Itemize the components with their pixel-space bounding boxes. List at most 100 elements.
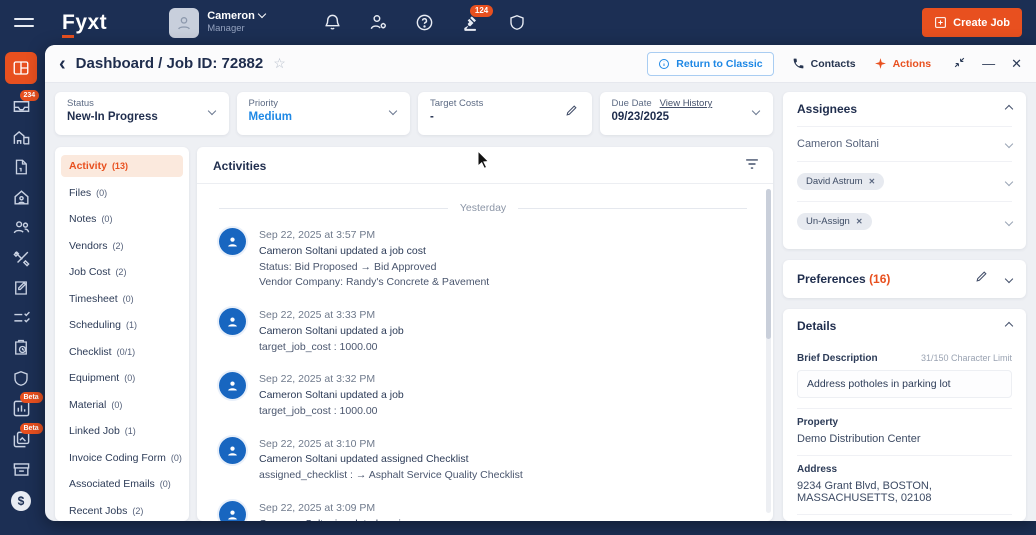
tab-equipment[interactable]: Equipment(0) xyxy=(61,367,183,389)
preferences-count: (16) xyxy=(869,272,890,286)
sidebar-item-properties[interactable] xyxy=(12,128,31,147)
status-cards-row: Status New-In Progress Priority Medium T… xyxy=(55,92,773,135)
target-costs-field[interactable]: Target Costs - xyxy=(418,92,592,135)
sidebar-item-people[interactable] xyxy=(12,218,31,237)
tab-vendors[interactable]: Vendors(2) xyxy=(61,235,183,257)
sidebar-item-tenants[interactable] xyxy=(12,188,31,207)
activity-avatar-icon xyxy=(219,437,246,464)
clipboard-edit-icon xyxy=(12,279,30,297)
sidebar-item-documents[interactable] xyxy=(12,158,30,176)
preferences-panel: Preferences (16) xyxy=(783,260,1026,298)
details-title: Details xyxy=(797,319,836,333)
plus-square-icon xyxy=(934,16,947,29)
chevron-up-icon[interactable] xyxy=(1005,105,1013,113)
tab-invoice-coding-form[interactable]: Invoice Coding Form(0) xyxy=(61,447,183,469)
tab-material[interactable]: Material(0) xyxy=(61,394,183,416)
app-logo[interactable]: Fyxt xyxy=(62,11,107,35)
bids-count-badge: 124 xyxy=(470,5,493,18)
actions-button[interactable]: Actions xyxy=(874,57,932,70)
assignees-panel: Assignees Cameron Soltani David Astrum✕ … xyxy=(783,92,1026,249)
tab-job-cost[interactable]: Job Cost(2) xyxy=(61,261,183,283)
activity-item: Sep 22, 2025 at 3:10 PMCameron Soltani u… xyxy=(219,437,747,484)
phone-icon xyxy=(792,57,805,70)
preferences-title: Preferences xyxy=(797,272,866,286)
chevron-down-icon xyxy=(258,10,266,18)
status-dropdown[interactable]: Status New-In Progress xyxy=(55,92,229,135)
favorite-star-icon[interactable]: ☆ xyxy=(273,55,286,72)
tab-associated-emails[interactable]: Associated Emails(0) xyxy=(61,473,183,495)
assignees-title: Assignees xyxy=(797,102,857,116)
assignee-row[interactable]: David Astrum✕ xyxy=(797,161,1012,201)
sidebar-item-dashboard[interactable] xyxy=(5,52,37,84)
breadcrumb: Dashboard / Job ID: 72882 xyxy=(76,55,264,72)
sidebar-item-jobs[interactable] xyxy=(12,279,30,297)
sidebar-item-inbox[interactable]: 234 xyxy=(12,97,31,116)
contacts-button[interactable]: Contacts xyxy=(792,57,856,70)
activities-title: Activities xyxy=(213,159,266,173)
bids-gavel-icon[interactable]: 124 xyxy=(461,13,481,33)
chevron-down-icon xyxy=(1005,217,1013,225)
sidebar-item-billing[interactable]: $ xyxy=(11,491,31,511)
archive-icon xyxy=(12,460,31,479)
chevron-down-icon xyxy=(1005,177,1013,185)
user-settings-icon[interactable] xyxy=(369,13,388,32)
sidebar-item-equipment[interactable] xyxy=(12,460,31,479)
view-history-link[interactable]: View History xyxy=(660,98,713,109)
edit-pencil-icon[interactable] xyxy=(565,104,578,122)
remove-assignee-icon[interactable]: ✕ xyxy=(869,177,876,186)
close-window-icon[interactable]: ✕ xyxy=(1011,56,1022,72)
job-detail-modal: ‹ Dashboard / Job ID: 72882 ☆ Return to … xyxy=(45,45,1036,521)
back-button[interactable]: ‹ xyxy=(59,54,66,74)
activity-item: Sep 22, 2025 at 3:33 PMCameron Soltani u… xyxy=(219,308,747,355)
checklist-icon xyxy=(12,309,31,328)
day-divider: Yesterday xyxy=(219,202,747,214)
brief-description-input[interactable]: Address potholes in parking lot xyxy=(797,370,1012,398)
return-to-classic-button[interactable]: Return to Classic xyxy=(647,52,773,76)
shield-icon xyxy=(12,369,30,388)
property-value: Demo Distribution Center xyxy=(797,433,1012,445)
edit-pencil-icon[interactable] xyxy=(975,270,988,288)
shield-icon[interactable] xyxy=(508,13,526,32)
tab-recent-jobs[interactable]: Recent Jobs(2) xyxy=(61,500,183,522)
help-icon[interactable] xyxy=(415,13,434,32)
activity-item: Sep 22, 2025 at 3:09 PMCameron Soltani u… xyxy=(219,501,747,521)
sidebar-item-maintenance[interactable] xyxy=(12,249,31,268)
activity-avatar-icon xyxy=(219,228,246,255)
due-date-dropdown[interactable]: Due DateView History 09/23/2025 xyxy=(600,92,774,135)
tools-icon xyxy=(12,249,31,268)
create-job-button[interactable]: Create Job xyxy=(922,8,1022,37)
sidebar-item-checklists[interactable] xyxy=(12,309,31,328)
remove-assignee-icon[interactable]: ✕ xyxy=(856,217,863,226)
tab-linked-job[interactable]: Linked Job(1) xyxy=(61,420,183,442)
sidebar-item-reports[interactable]: Beta xyxy=(12,399,31,418)
notifications-bell-icon[interactable] xyxy=(323,13,342,32)
tab-scheduling[interactable]: Scheduling(1) xyxy=(61,314,183,336)
dollar-icon: $ xyxy=(11,491,31,511)
assignee-chip: Un-Assign✕ xyxy=(797,213,872,230)
sidebar-item-gallery[interactable]: Beta xyxy=(12,430,31,449)
activities-panel: Activities Yesterday Sep 22, 2025 at 3:5… xyxy=(197,147,773,521)
filter-icon[interactable] xyxy=(745,157,759,175)
hamburger-menu-icon[interactable] xyxy=(14,18,34,27)
building-icon xyxy=(12,128,31,147)
chevron-up-icon[interactable] xyxy=(1005,322,1013,330)
user-menu[interactable]: Cameron Manager xyxy=(169,8,265,38)
minimize-window-icon[interactable]: — xyxy=(982,56,995,71)
collapse-window-icon[interactable] xyxy=(953,56,966,72)
assignee-row[interactable]: Un-Assign✕ xyxy=(797,201,1012,241)
chevron-down-icon[interactable] xyxy=(1005,275,1013,283)
activity-item: Sep 22, 2025 at 3:32 PMCameron Soltani u… xyxy=(219,372,747,419)
priority-dropdown[interactable]: Priority Medium xyxy=(237,92,411,135)
address-label: Address xyxy=(797,464,837,475)
sidebar-item-schedule[interactable] xyxy=(12,339,30,357)
tab-activity[interactable]: Activity(13) xyxy=(61,155,183,177)
tab-files[interactable]: Files(0) xyxy=(61,182,183,204)
home-person-icon xyxy=(12,188,31,207)
activity-avatar-icon xyxy=(219,501,246,521)
sidebar-item-compliance[interactable] xyxy=(12,369,30,388)
tab-timesheet[interactable]: Timesheet(0) xyxy=(61,288,183,310)
tab-notes[interactable]: Notes(0) xyxy=(61,208,183,230)
assignee-row[interactable]: Cameron Soltani xyxy=(797,126,1012,161)
scrollbar[interactable] xyxy=(766,189,771,513)
tab-checklist[interactable]: Checklist(0/1) xyxy=(61,341,183,363)
